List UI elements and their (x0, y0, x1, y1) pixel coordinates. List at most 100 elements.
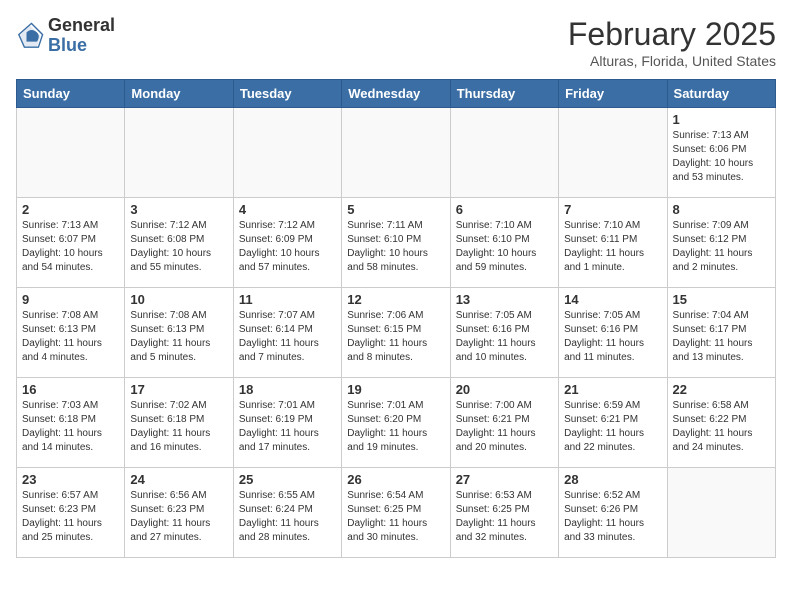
calendar-cell: 14 Sunrise: 7:05 AMSunset: 6:16 PMDayligh… (559, 288, 667, 378)
weekday-header-tuesday: Tuesday (233, 80, 341, 108)
calendar-cell (233, 108, 341, 198)
day-number: 8 (673, 202, 770, 217)
day-info: Sunrise: 7:12 AMSunset: 6:09 PMDaylight:… (239, 219, 336, 275)
calendar-week-row: 16 Sunrise: 7:03 AMSunset: 6:18 PMDayligh… (17, 378, 776, 468)
weekday-header-sunday: Sunday (17, 80, 125, 108)
weekday-header-thursday: Thursday (450, 80, 558, 108)
day-info: Sunrise: 7:05 AMSunset: 6:16 PMDaylight:… (456, 309, 553, 365)
day-number: 16 (22, 382, 119, 397)
calendar-cell: 8 Sunrise: 7:09 AMSunset: 6:12 PMDaylight… (667, 198, 775, 288)
day-info: Sunrise: 7:01 AMSunset: 6:19 PMDaylight:… (239, 399, 336, 455)
day-number: 1 (673, 112, 770, 127)
day-info: Sunrise: 6:54 AMSunset: 6:25 PMDaylight:… (347, 489, 444, 545)
logo-text: General Blue (48, 16, 115, 56)
calendar-week-row: 9 Sunrise: 7:08 AMSunset: 6:13 PMDaylight… (17, 288, 776, 378)
calendar-cell: 27Sunrise: 6:53 AMSunset: 6:25 PMDayligh… (450, 468, 558, 558)
calendar-cell: 22 Sunrise: 6:58 AMSunset: 6:22 PMDayligh… (667, 378, 775, 468)
logo-blue: Blue (48, 36, 115, 56)
calendar-cell: 5 Sunrise: 7:11 AMSunset: 6:10 PMDaylight… (342, 198, 450, 288)
calendar-cell: 10 Sunrise: 7:08 AMSunset: 6:13 PMDayligh… (125, 288, 233, 378)
calendar-cell: 25 Sunrise: 6:55 AMSunset: 6:24 PMDayligh… (233, 468, 341, 558)
title-section: February 2025 Alturas, Florida, United S… (568, 16, 776, 69)
day-number: 10 (130, 292, 227, 307)
day-info: Sunrise: 7:04 AMSunset: 6:17 PMDaylight:… (673, 309, 770, 365)
day-number: 23 (22, 472, 119, 487)
calendar-cell: 17Sunrise: 7:02 AMSunset: 6:18 PMDayligh… (125, 378, 233, 468)
page-header: General Blue February 2025 Alturas, Flor… (16, 16, 776, 69)
day-number: 5 (347, 202, 444, 217)
weekday-header-saturday: Saturday (667, 80, 775, 108)
calendar-cell: 26 Sunrise: 6:54 AMSunset: 6:25 PMDayligh… (342, 468, 450, 558)
calendar-cell (17, 108, 125, 198)
day-info: Sunrise: 7:02 AMSunset: 6:18 PMDaylight:… (130, 399, 227, 455)
day-info: Sunrise: 7:08 AMSunset: 6:13 PMDaylight:… (130, 309, 227, 365)
day-info: Sunrise: 7:03 AMSunset: 6:18 PMDaylight:… (22, 399, 119, 455)
calendar-cell: 11Sunrise: 7:07 AMSunset: 6:14 PMDayligh… (233, 288, 341, 378)
logo: General Blue (16, 16, 115, 56)
day-info: Sunrise: 6:53 AMSunset: 6:25 PMDaylight:… (456, 489, 553, 545)
day-info: Sunrise: 7:06 AMSunset: 6:15 PMDaylight:… (347, 309, 444, 365)
day-info: Sunrise: 7:09 AMSunset: 6:12 PMDaylight:… (673, 219, 770, 275)
day-number: 19 (347, 382, 444, 397)
day-info: Sunrise: 7:10 AMSunset: 6:10 PMDaylight:… (456, 219, 553, 275)
calendar-cell (125, 108, 233, 198)
location: Alturas, Florida, United States (568, 53, 776, 69)
month-title: February 2025 (568, 16, 776, 53)
day-number: 26 (347, 472, 444, 487)
day-info: Sunrise: 7:13 AMSunset: 6:06 PMDaylight:… (673, 129, 770, 185)
day-info: Sunrise: 6:52 AMSunset: 6:26 PMDaylight:… (564, 489, 661, 545)
logo-general: General (48, 16, 115, 36)
day-info: Sunrise: 6:57 AMSunset: 6:23 PMDaylight:… (22, 489, 119, 545)
day-info: Sunrise: 7:11 AMSunset: 6:10 PMDaylight:… (347, 219, 444, 275)
calendar-cell: 21Sunrise: 6:59 AMSunset: 6:21 PMDayligh… (559, 378, 667, 468)
calendar-cell (450, 108, 558, 198)
day-number: 24 (130, 472, 227, 487)
day-number: 6 (456, 202, 553, 217)
day-number: 9 (22, 292, 119, 307)
day-number: 15 (673, 292, 770, 307)
day-info: Sunrise: 6:58 AMSunset: 6:22 PMDaylight:… (673, 399, 770, 455)
calendar-table: SundayMondayTuesdayWednesdayThursdayFrid… (16, 79, 776, 558)
calendar-week-row: 23 Sunrise: 6:57 AMSunset: 6:23 PMDayligh… (17, 468, 776, 558)
calendar-cell: 3 Sunrise: 7:12 AMSunset: 6:08 PMDaylight… (125, 198, 233, 288)
weekday-header-monday: Monday (125, 80, 233, 108)
day-info: Sunrise: 6:56 AMSunset: 6:23 PMDaylight:… (130, 489, 227, 545)
day-number: 22 (673, 382, 770, 397)
calendar-cell: 9Sunrise: 7:08 AMSunset: 6:13 PMDaylight… (17, 288, 125, 378)
day-number: 3 (130, 202, 227, 217)
day-number: 18 (239, 382, 336, 397)
day-number: 4 (239, 202, 336, 217)
calendar-cell: 13Sunrise: 7:05 AMSunset: 6:16 PMDayligh… (450, 288, 558, 378)
calendar-cell: 15 Sunrise: 7:04 AMSunset: 6:17 PMDayligh… (667, 288, 775, 378)
calendar-cell: 4 Sunrise: 7:12 AMSunset: 6:09 PMDaylight… (233, 198, 341, 288)
calendar-cell: 19Sunrise: 7:01 AMSunset: 6:20 PMDayligh… (342, 378, 450, 468)
day-number: 25 (239, 472, 336, 487)
calendar-cell (667, 468, 775, 558)
day-number: 28 (564, 472, 661, 487)
day-info: Sunrise: 7:10 AMSunset: 6:11 PMDaylight:… (564, 219, 661, 275)
calendar-cell: 7Sunrise: 7:10 AMSunset: 6:11 PMDaylight… (559, 198, 667, 288)
day-number: 20 (456, 382, 553, 397)
day-number: 21 (564, 382, 661, 397)
day-info: Sunrise: 7:13 AMSunset: 6:07 PMDaylight:… (22, 219, 119, 275)
day-info: Sunrise: 7:07 AMSunset: 6:14 PMDaylight:… (239, 309, 336, 365)
calendar-cell: 20 Sunrise: 7:00 AMSunset: 6:21 PMDayligh… (450, 378, 558, 468)
day-info: Sunrise: 7:12 AMSunset: 6:08 PMDaylight:… (130, 219, 227, 275)
calendar-cell: 12Sunrise: 7:06 AMSunset: 6:15 PMDayligh… (342, 288, 450, 378)
day-info: Sunrise: 7:05 AMSunset: 6:16 PMDaylight:… (564, 309, 661, 365)
weekday-header-row: SundayMondayTuesdayWednesdayThursdayFrid… (17, 80, 776, 108)
calendar-cell: 1 Sunrise: 7:13 AMSunset: 6:06 PMDaylight… (667, 108, 775, 198)
calendar-cell: 2 Sunrise: 7:13 AMSunset: 6:07 PMDaylight… (17, 198, 125, 288)
day-number: 2 (22, 202, 119, 217)
day-number: 14 (564, 292, 661, 307)
logo-icon (16, 22, 44, 50)
day-info: Sunrise: 6:55 AMSunset: 6:24 PMDaylight:… (239, 489, 336, 545)
calendar-cell: 6 Sunrise: 7:10 AMSunset: 6:10 PMDaylight… (450, 198, 558, 288)
weekday-header-wednesday: Wednesday (342, 80, 450, 108)
calendar-cell: 16 Sunrise: 7:03 AMSunset: 6:18 PMDayligh… (17, 378, 125, 468)
calendar-cell: 24 Sunrise: 6:56 AMSunset: 6:23 PMDayligh… (125, 468, 233, 558)
calendar-week-row: 1 Sunrise: 7:13 AMSunset: 6:06 PMDaylight… (17, 108, 776, 198)
calendar-week-row: 2 Sunrise: 7:13 AMSunset: 6:07 PMDaylight… (17, 198, 776, 288)
calendar-cell: 28 Sunrise: 6:52 AMSunset: 6:26 PMDayligh… (559, 468, 667, 558)
day-info: Sunrise: 7:00 AMSunset: 6:21 PMDaylight:… (456, 399, 553, 455)
